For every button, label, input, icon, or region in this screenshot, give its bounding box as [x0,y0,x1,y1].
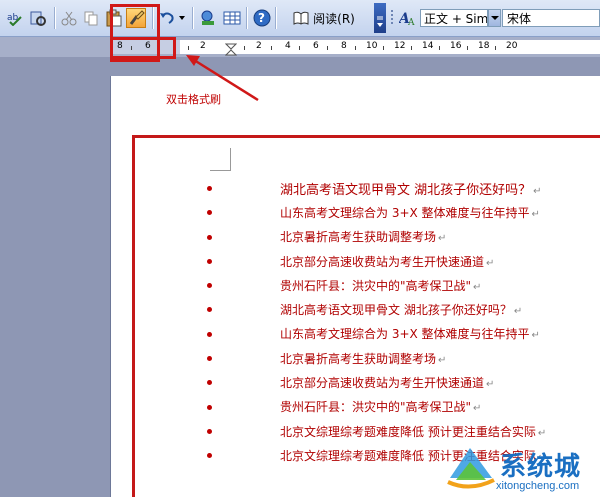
site-watermark: 系统城 xitongcheng.com [440,440,600,497]
list-item[interactable]: 山东高考文理综合为 3+X 整体难度与往年持平 ↵ [200,200,600,224]
paragraph-mark: ↵ [486,379,495,391]
list-item[interactable]: 北京部分高速收费站为考生开快速通道 ↵ [200,249,600,273]
bullet-icon [207,186,212,191]
paragraph-mark: ↵ [438,233,447,245]
list-item-text: 北京文综理综考题难度降低 预计更注重结合实际 ↵ [280,423,546,440]
watermark-url: xitongcheng.com [496,480,580,492]
list-item-text: 北京部分高速收费站为考生开快速通道 ↵ [280,253,494,270]
list-item[interactable]: 贵州石阡县：洪灾中的"高考保卫战" ↵ [200,273,600,297]
paragraph-mark: ↵ [438,354,447,366]
paragraph-mark: ↵ [537,427,547,439]
list-item-text: 贵州石阡县：洪灾中的"高考保卫战" ↵ [280,398,481,415]
item-text: 北京暑折高考生获助调整考场 [280,230,437,245]
paragraph-mark: ↵ [531,330,540,342]
item-text: 山东高考文理综合为 3+X 整体难度与往年持平 [280,205,530,220]
bullet-icon [207,356,212,362]
paragraph-mark: ↵ [486,257,495,269]
list-item[interactable]: 北京暑折高考生获助调整考场 ↵ [200,346,600,370]
list-item-text: 山东高考文理综合为 3+X 整体难度与往年持平 ↵ [280,325,540,342]
item-text: 北京部分高速收费站为考生开快速通道 [280,254,485,269]
bullet-icon [207,380,212,386]
paragraph-mark: ↵ [473,403,482,415]
bullet-icon [207,210,212,216]
item-text: 北京暑折高考生获助调整考场 [280,351,437,366]
watermark-logo-icon [447,448,495,489]
list-item[interactable]: 山东高考文理综合为 3+X 整体难度与往年持平 ↵ [200,322,600,346]
list-item[interactable]: 北京部分高速收费站为考生开快速通道 ↵ [200,370,600,394]
bullet-icon [207,453,212,459]
watermark-title: 系统城 [500,452,582,482]
list-item-text: 湖北高考语文现甲骨文 湖北孩子你还好吗？ ↵ [280,179,542,198]
document-list: 湖北高考语文现甲骨文 湖北孩子你还好吗？ ↵ 山东高考文理综合为 3+X 整体难度… [200,176,600,468]
item-text: 山东高考文理综合为 3+X 整体难度与往年持平 [280,327,530,342]
list-item[interactable]: 湖北高考语文现甲骨文 湖北孩子你还好吗？ ↵ [200,297,600,321]
item-text: 贵州石阡县：洪灾中的"高考保卫战" [280,278,472,293]
bullet-icon [207,307,212,313]
paragraph-mark: ↵ [531,208,540,220]
bullet-icon [207,404,212,410]
list-item-text: 山东高考文理综合为 3+X 整体难度与往年持平 ↵ [280,204,540,221]
bullet-icon [207,258,212,264]
bullet-icon [207,283,212,289]
paragraph-mark: ↵ [533,185,542,197]
item-text: 湖北高考语文现甲骨文 湖北孩子你还好吗？ [280,182,532,198]
list-item-text: 北京部分高速收费站为考生开快速通道 ↵ [280,374,494,391]
bullet-icon [207,428,212,434]
margin-corner-mark [210,148,231,171]
bullet-icon [207,331,212,337]
bullet-icon [207,234,212,240]
item-text: 北京文综理综考题难度降低 预计更注重结合实际 [280,424,536,439]
annotation-label: 双击格式刷 [166,93,221,106]
list-item-text: 湖北高考语文现甲骨文 湖北孩子你还好吗？ ↵ [280,301,522,318]
list-item-text: 北京暑折高考生获助调整考场 ↵ [280,228,446,245]
list-item-text: 北京暑折高考生获助调整考场 ↵ [280,350,446,367]
paragraph-mark: ↵ [473,281,482,293]
paragraph-mark: ↵ [513,306,523,318]
list-item-text: 贵州石阡县：洪灾中的"高考保卫战" ↵ [280,277,481,294]
list-item[interactable]: 北京暑折高考生获助调整考场 ↵ [200,225,600,249]
item-text: 北京部分高速收费站为考生开快速通道 [280,376,485,391]
item-text: 湖北高考语文现甲骨文 湖北孩子你还好吗？ [280,303,512,318]
list-item[interactable]: 湖北高考语文现甲骨文 湖北孩子你还好吗？ ↵ [200,176,600,200]
item-text: 贵州石阡县：洪灾中的"高考保卫战" [280,400,472,415]
list-item[interactable]: 贵州石阡县：洪灾中的"高考保卫战" ↵ [200,395,600,419]
